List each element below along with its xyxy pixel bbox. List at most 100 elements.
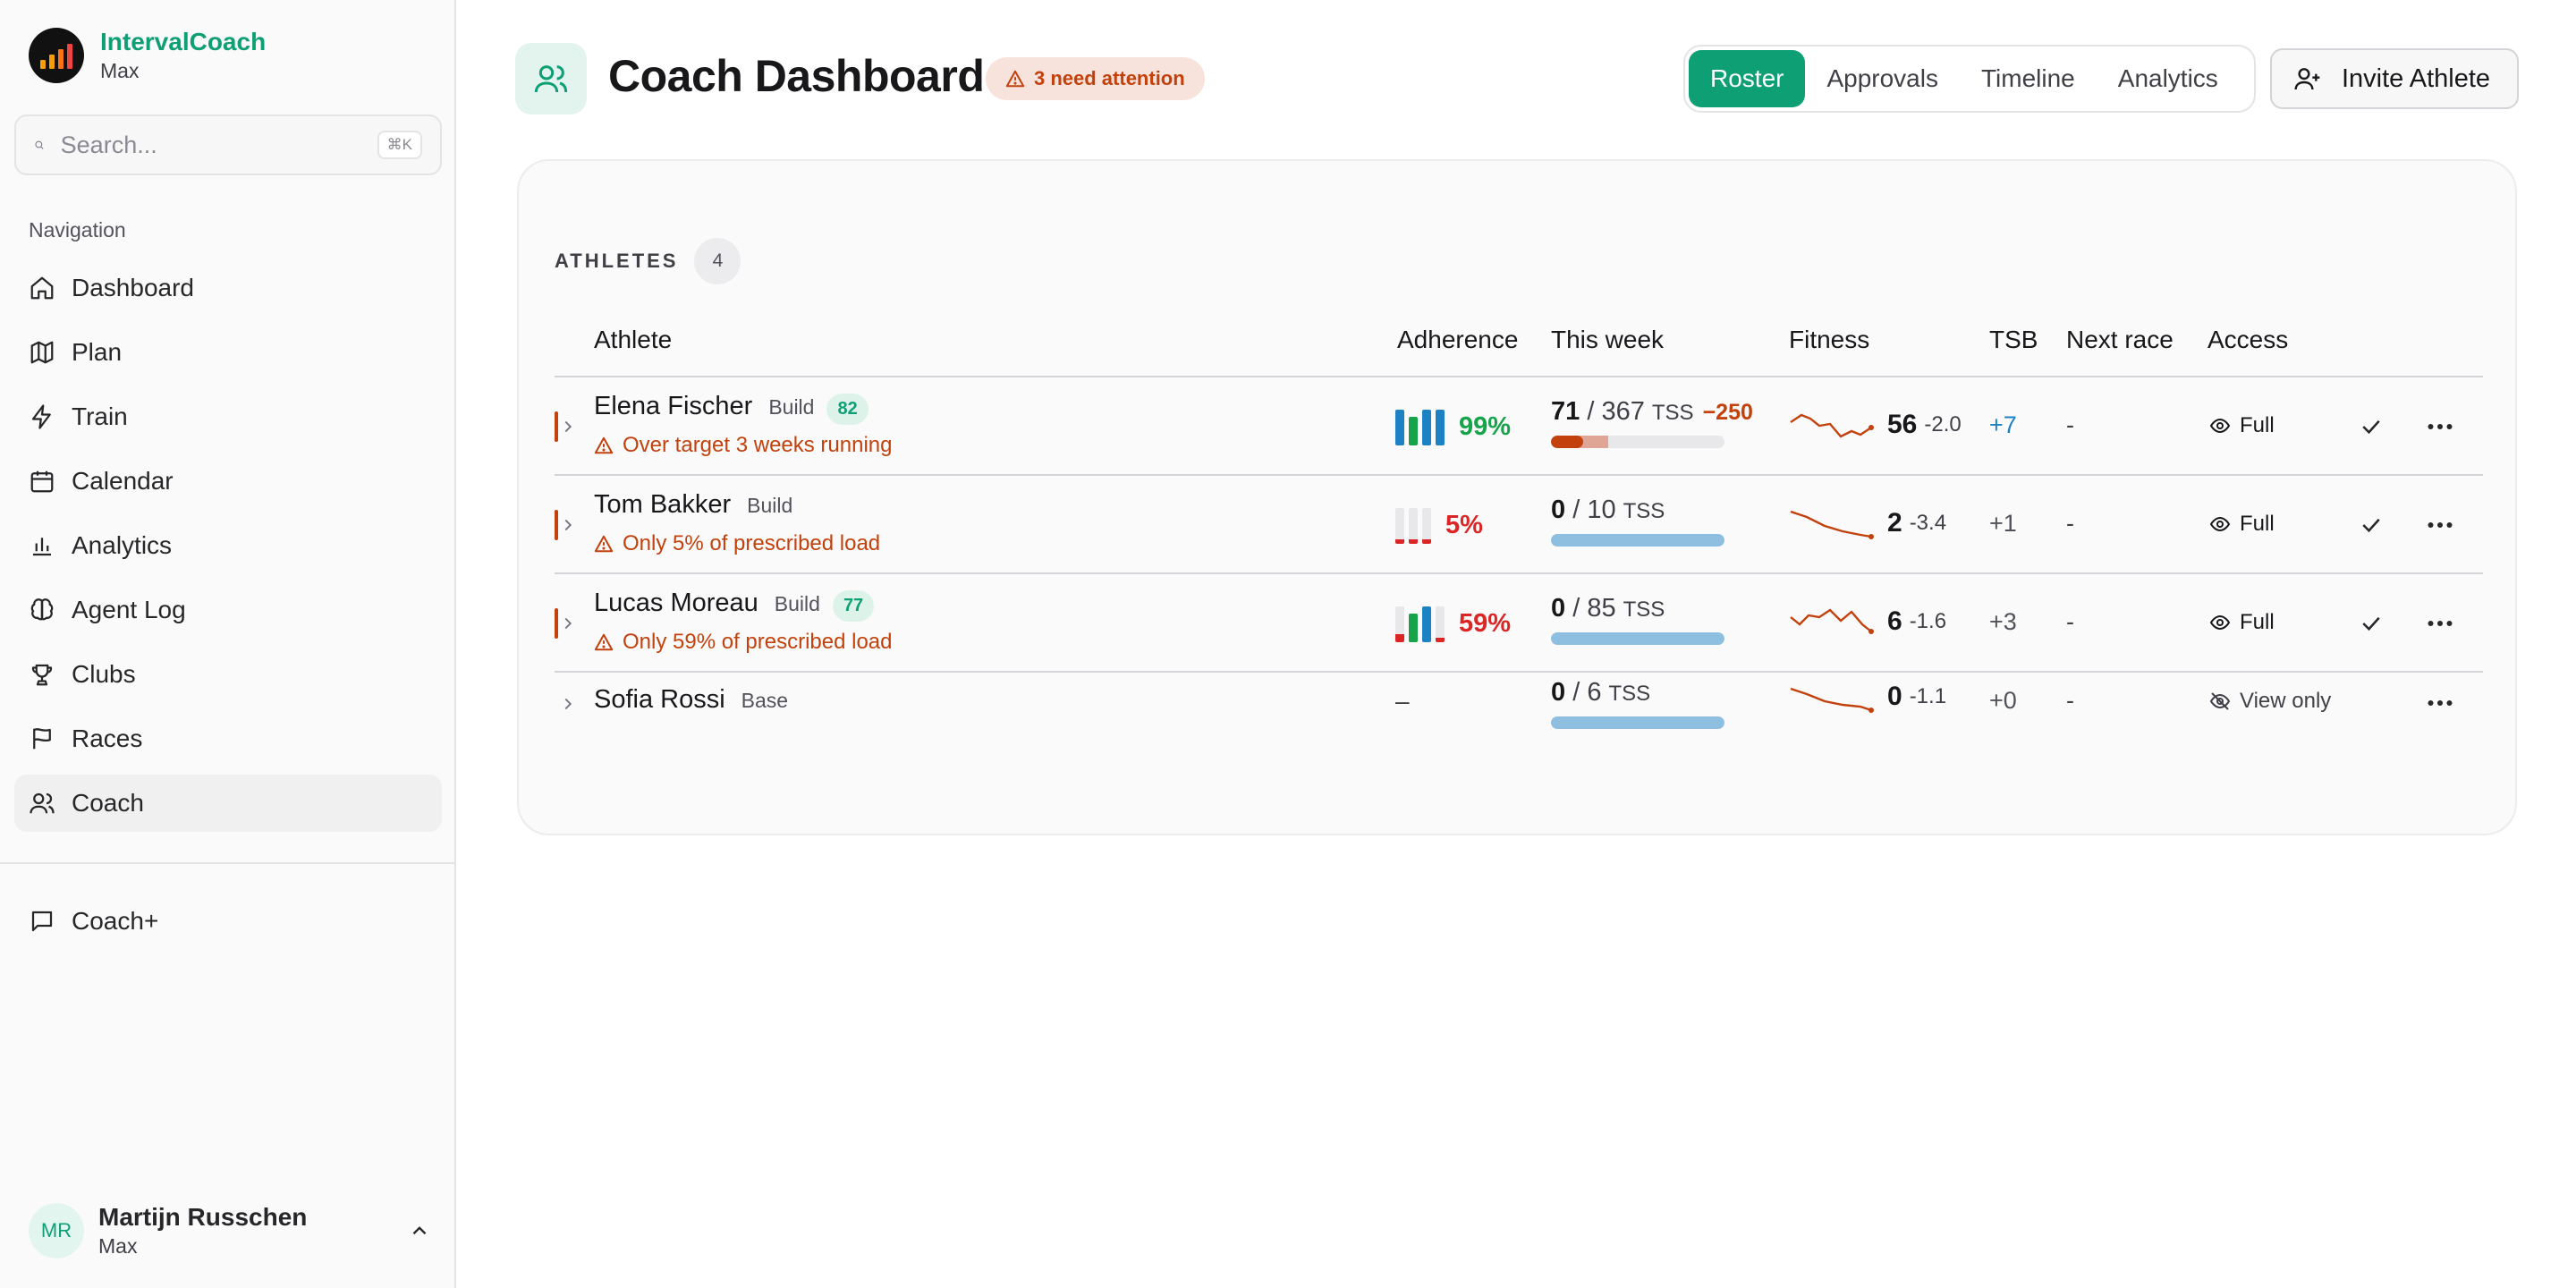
adherence-bars xyxy=(1395,605,1445,642)
column-header-access[interactable]: Access xyxy=(2207,326,2288,354)
adherence-cell: 59% xyxy=(1395,605,1511,642)
sidebar-item-analytics[interactable]: Analytics xyxy=(14,517,442,574)
column-header-tsb[interactable]: TSB xyxy=(1989,326,2038,354)
more-options-icon[interactable] xyxy=(2424,687,2456,719)
sidebar-item-label: Coach xyxy=(72,789,144,817)
sidebar-item-train[interactable]: Train xyxy=(14,388,442,445)
table-row[interactable]: Elena Fischer Build 82 Over target 3 weeks… xyxy=(555,377,2483,476)
chevron-right-icon[interactable] xyxy=(558,515,578,535)
fitness-delta: -1.6 xyxy=(1909,609,1947,633)
attention-label: 3 need attention xyxy=(1034,67,1185,89)
fitness-cell: 0 -1.1 xyxy=(1789,676,1946,717)
column-header-adherence[interactable]: Adherence xyxy=(1397,326,1518,354)
check-icon[interactable] xyxy=(2358,413,2385,440)
tsb-value: +3 xyxy=(1989,608,2017,635)
user-menu[interactable]: MR Martijn Russchen Max xyxy=(29,1195,431,1267)
sidebar-item-dashboard[interactable]: Dashboard xyxy=(14,259,442,317)
tsb-value: +1 xyxy=(1989,510,2017,537)
fitness-delta: -3.4 xyxy=(1909,511,1947,535)
fitness-value: 6 xyxy=(1887,606,1902,636)
sidebar-item-coach-plus[interactable]: Coach+ xyxy=(14,893,442,950)
access-label: Full xyxy=(2240,512,2275,536)
athlete-name: Sofia Rossi xyxy=(594,685,725,714)
access-cell: Full xyxy=(2209,610,2275,635)
fitness-cell: 2 -3.4 xyxy=(1789,503,1946,544)
column-header-fitness[interactable]: Fitness xyxy=(1789,326,1869,354)
column-header-next-race[interactable]: Next race xyxy=(2066,326,2174,354)
athlete-name: Tom Bakker xyxy=(594,490,732,519)
table-row[interactable]: Tom Bakker Build Only 5% of prescribed lo… xyxy=(555,476,2483,574)
sidebar-item-label: Dashboard xyxy=(72,274,194,301)
sidebar-item-coach[interactable]: Coach xyxy=(14,775,442,832)
sidebar-item-label: Races xyxy=(72,724,143,752)
search-icon xyxy=(35,140,44,149)
sidebar-item-label: Analytics xyxy=(72,531,173,559)
fitness-sparkline xyxy=(1790,510,1874,539)
warning-icon xyxy=(594,633,614,651)
home-icon xyxy=(30,276,54,300)
tab-timeline[interactable]: Timeline xyxy=(1960,50,2097,107)
avatar: MR xyxy=(29,1203,84,1258)
access-cell: View only xyxy=(2209,689,2331,714)
tab-analytics[interactable]: Analytics xyxy=(2097,50,2240,107)
chevron-up-icon[interactable] xyxy=(408,1219,431,1242)
nav-title: Navigation xyxy=(29,218,126,242)
table-row[interactable]: Sofia Rossi Base – 0 / 6 TSS 0 -1.1 +0 - … xyxy=(555,673,2483,771)
chevron-right-icon[interactable] xyxy=(558,614,578,633)
search-input[interactable] xyxy=(60,131,377,159)
table-row[interactable]: Lucas Moreau Build 77 Only 59% of prescrib… xyxy=(555,574,2483,673)
access-label: Full xyxy=(2240,413,2275,437)
adherence-cell: 5% xyxy=(1395,506,1483,544)
user-plus-icon xyxy=(2294,68,2320,90)
more-options-icon[interactable] xyxy=(2424,411,2456,443)
eye-icon xyxy=(2209,418,2231,434)
fitness-value: 0 xyxy=(1887,682,1902,711)
lightning-icon xyxy=(31,404,51,429)
users-icon xyxy=(30,792,55,814)
tab-approvals[interactable]: Approvals xyxy=(1805,50,1960,107)
eye-icon xyxy=(2209,516,2231,532)
week-target: / 367 xyxy=(1587,397,1645,426)
more-options-icon[interactable] xyxy=(2424,607,2456,640)
column-header-athlete[interactable]: Athlete xyxy=(594,326,672,354)
check-icon[interactable] xyxy=(2358,610,2385,637)
search-box[interactable]: ⌘K xyxy=(14,114,442,175)
check-icon[interactable] xyxy=(2358,512,2385,538)
adherence-cell: 99% xyxy=(1395,408,1511,445)
tab-roster[interactable]: Roster xyxy=(1689,50,1806,107)
warning-icon xyxy=(1005,70,1025,88)
sidebar-item-plan[interactable]: Plan xyxy=(14,324,442,381)
tss-unit: TSS xyxy=(1623,499,1665,523)
week-done: 0 xyxy=(1551,594,1566,623)
this-week-cell: 71 / 367 TSS −250 xyxy=(1551,397,1753,448)
brand[interactable]: IntervalCoach Max xyxy=(29,27,266,84)
attention-badge[interactable]: 3 need attention xyxy=(986,57,1205,100)
athlete-score-badge: 77 xyxy=(832,590,875,622)
next-race-value: - xyxy=(2066,608,2074,635)
column-header-this-week[interactable]: This week xyxy=(1551,326,1664,354)
roster-card: ATHLETES 4 Athlete Adherence This week F… xyxy=(517,159,2517,835)
trophy-icon xyxy=(31,664,53,686)
sidebar-item-label: Train xyxy=(72,402,128,430)
sidebar-item-clubs[interactable]: Clubs xyxy=(14,646,442,703)
sidebar-item-label: Plan xyxy=(72,338,123,366)
athlete-name-cell: Lucas Moreau Build 77 xyxy=(594,589,875,622)
invite-athlete-button[interactable]: Invite Athlete xyxy=(2270,48,2519,109)
fitness-cell: 6 -1.6 xyxy=(1789,601,1946,642)
tsb-value: +7 xyxy=(1989,411,2017,438)
sidebar-item-races[interactable]: Races xyxy=(14,710,442,767)
sidebar-item-agent-log[interactable]: Agent Log xyxy=(14,581,442,639)
access-cell: Full xyxy=(2209,512,2275,537)
more-options-icon[interactable] xyxy=(2424,509,2456,541)
access-cell: Full xyxy=(2209,413,2275,438)
athlete-name-cell: Tom Bakker Build xyxy=(594,490,792,520)
search-shortcut: ⌘K xyxy=(377,131,422,159)
adherence-empty: – xyxy=(1395,687,1410,715)
chevron-right-icon[interactable] xyxy=(558,417,578,436)
tss-unit: TSS xyxy=(1608,682,1651,706)
fitness-delta: -2.0 xyxy=(1924,412,1962,436)
week-done: 0 xyxy=(1551,496,1566,524)
sidebar-item-calendar[interactable]: Calendar xyxy=(14,453,442,510)
week-target: / 85 xyxy=(1572,594,1616,623)
chevron-right-icon[interactable] xyxy=(558,694,578,714)
